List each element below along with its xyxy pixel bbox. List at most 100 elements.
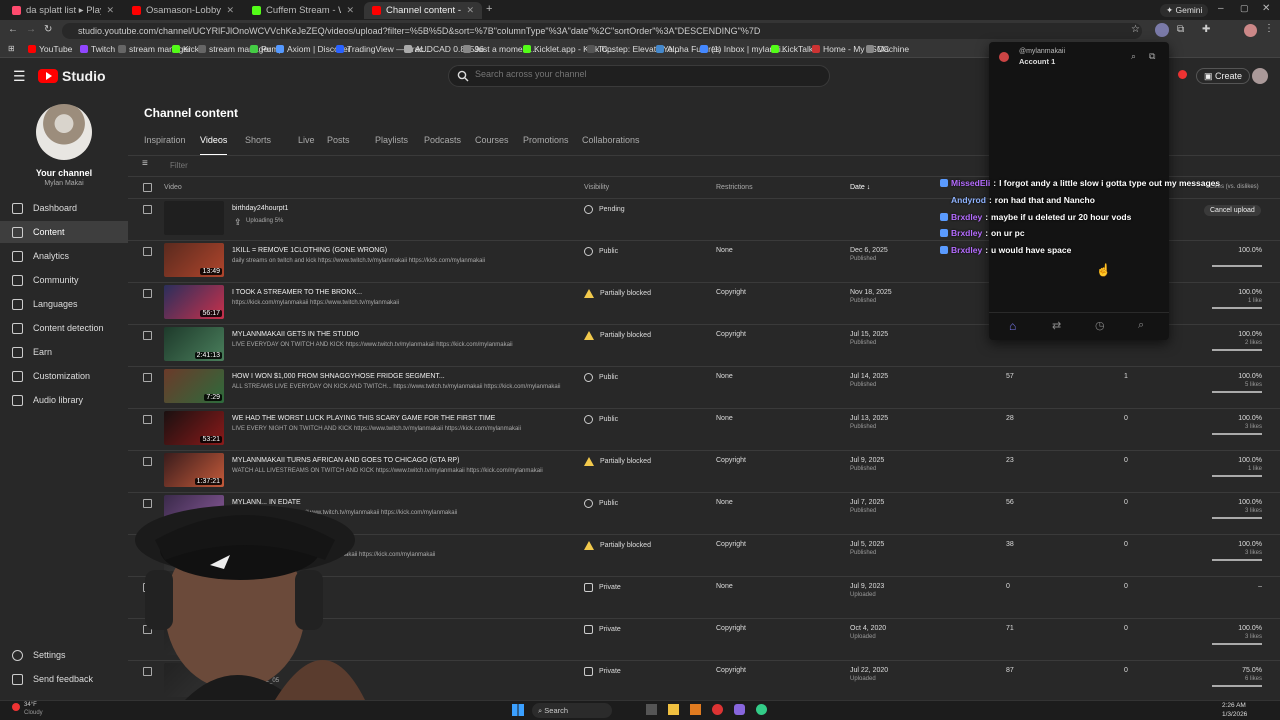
taskbar-search[interactable]: ⌕ Search	[532, 703, 612, 718]
gemini-button[interactable]: ✦ Gemini	[1160, 4, 1209, 17]
browser-tab[interactable]: Channel content - YouTube Stu... ✕	[364, 2, 482, 19]
tab-shorts[interactable]: Shorts	[245, 134, 271, 156]
sidebar-item-settings[interactable]: Settings	[0, 644, 128, 666]
tab-live[interactable]: Live	[298, 134, 315, 156]
tab-playlists[interactable]: Playlists	[375, 134, 408, 156]
table-row[interactable]: 7:29 HOW I WON $1,000 FROM SHNAGGYHOSE FR…	[128, 367, 1280, 409]
row-checkbox[interactable]	[143, 373, 152, 382]
video-thumbnail[interactable]: 7:29	[164, 369, 224, 403]
video-title[interactable]: MYLANNMAKAII GETS IN THE STUDIO	[232, 331, 359, 338]
window-maximize-icon[interactable]: ▢	[1240, 3, 1249, 14]
window-close-icon[interactable]: ✕	[1262, 3, 1270, 14]
visibility-cell[interactable]: Private	[584, 625, 621, 634]
visibility-cell[interactable]: Private	[584, 667, 621, 676]
taskbar-app-icon[interactable]	[756, 704, 767, 715]
bookmark-item[interactable]: KickTalk	[771, 44, 813, 54]
hamburger-menu-icon[interactable]: ☰	[13, 68, 26, 85]
popup-settings-icon[interactable]: ⧉	[1149, 51, 1155, 62]
account-avatar[interactable]	[1252, 68, 1268, 84]
bookmark-item[interactable]: Twitch	[80, 44, 115, 54]
back-icon[interactable]: ←	[8, 24, 18, 35]
weather-icon[interactable]	[12, 703, 20, 711]
bookmark-item[interactable]: YouTube	[28, 44, 72, 54]
visibility-cell[interactable]: Partially blocked	[584, 541, 651, 550]
popup-search-icon[interactable]: ⌕	[1131, 51, 1136, 62]
windows-start-icon[interactable]	[512, 704, 524, 716]
video-thumbnail[interactable]: 53:21	[164, 411, 224, 445]
sidebar-item-content[interactable]: Content	[0, 221, 128, 243]
filter-input[interactable]: Filter	[170, 161, 188, 170]
taskbar-app-icon[interactable]	[690, 704, 701, 715]
bookmark-item[interactable]: Kick	[172, 44, 199, 54]
taskbar-app-icon[interactable]	[712, 704, 723, 715]
video-thumbnail[interactable]: 2:41:13	[164, 327, 224, 361]
studio-logo[interactable]: Studio	[38, 68, 106, 84]
popup-search-tab-icon[interactable]: ⌕	[1138, 319, 1144, 332]
tab-posts[interactable]: Posts	[327, 134, 350, 156]
upload-title[interactable]: birthday24hourpt1	[232, 205, 288, 212]
table-row[interactable]: 53:21 WE HAD THE WORST LUCK PLAYING THIS …	[128, 409, 1280, 451]
video-title[interactable]: WE HAD THE WORST LUCK PLAYING THIS SCARY…	[232, 415, 495, 422]
window-minimize-icon[interactable]: –	[1218, 3, 1224, 14]
extension-icon[interactable]	[1155, 23, 1169, 37]
visibility-cell[interactable]: Public	[584, 499, 618, 508]
row-checkbox[interactable]	[143, 289, 152, 298]
row-checkbox[interactable]	[143, 205, 152, 214]
tab-close-icon[interactable]: ✕	[226, 5, 234, 16]
sidebar-item-languages[interactable]: Languages	[0, 293, 128, 315]
history-icon[interactable]: ◷	[1095, 319, 1105, 332]
tab-collaborations[interactable]: Collaborations	[582, 134, 640, 156]
reload-icon[interactable]: ↻	[44, 24, 52, 35]
video-thumbnail[interactable]: 1:37:21	[164, 453, 224, 487]
taskbar-app-icon[interactable]	[646, 704, 657, 715]
visibility-cell[interactable]: Partially blocked	[584, 289, 651, 298]
column-date[interactable]: Date ↓	[850, 184, 870, 191]
create-button[interactable]: ▣ Create	[1196, 68, 1251, 84]
taskbar-app-icon[interactable]	[668, 704, 679, 715]
tab-courses[interactable]: Courses	[475, 134, 509, 156]
tab-close-icon[interactable]: ✕	[346, 5, 354, 16]
tab-promotions[interactable]: Promotions	[523, 134, 569, 156]
filter-icon[interactable]: ≡	[142, 158, 148, 169]
taskbar-time[interactable]: 2:26 AM	[1222, 702, 1246, 709]
sidebar-item-analytics[interactable]: Analytics	[0, 245, 128, 267]
search-input[interactable]	[475, 69, 815, 79]
extensions-puzzle-icon[interactable]: ✚	[1202, 24, 1210, 35]
popup-account[interactable]: Account 1	[1019, 57, 1055, 66]
forward-icon[interactable]: →	[26, 24, 36, 35]
swap-icon[interactable]: ⇄	[1052, 319, 1061, 332]
sidebar-item-community[interactable]: Community	[0, 269, 128, 291]
video-title[interactable]: MYLANNMAKAII TURNS AFRICAN AND GOES TO C…	[232, 457, 459, 464]
visibility-cell[interactable]: Partially blocked	[584, 331, 651, 340]
taskbar-date[interactable]: 1/3/2026	[1222, 711, 1247, 718]
select-all-checkbox[interactable]	[143, 183, 152, 192]
bookmark-item[interactable]: Machine	[866, 44, 909, 54]
tab-videos[interactable]: Videos	[200, 134, 228, 156]
row-checkbox[interactable]	[143, 247, 152, 256]
browser-tab[interactable]: Osamason-Lobby (Extende... ✕	[124, 2, 242, 19]
sidebar-item-earn[interactable]: Earn	[0, 341, 128, 363]
video-thumbnail[interactable]: 56:17	[164, 285, 224, 319]
home-icon[interactable]: ⌂	[1009, 319, 1016, 333]
new-tab-button[interactable]: +	[486, 3, 492, 15]
url-field[interactable]: studio.youtube.com/channel/UCYRlFJlOnoWC…	[62, 23, 1142, 39]
profile-avatar[interactable]	[1244, 24, 1257, 37]
table-row[interactable]: 1:37:21 MYLANNMAKAII TURNS AFRICAN AND GO…	[128, 451, 1280, 493]
channel-search[interactable]	[448, 65, 830, 87]
tab-inspiration[interactable]: Inspiration	[144, 134, 186, 156]
visibility-cell[interactable]: Private	[584, 583, 621, 592]
row-checkbox[interactable]	[143, 331, 152, 340]
visibility-cell[interactable]: Public	[584, 373, 618, 382]
video-title[interactable]: I TOOK A STREAMER TO THE BRONX...	[232, 289, 362, 296]
row-checkbox[interactable]	[143, 457, 152, 466]
tab-podcasts[interactable]: Podcasts	[424, 134, 461, 156]
video-title[interactable]: HOW I WON $1,000 FROM SHNAGGYHOSE FRIDGE…	[232, 373, 445, 380]
sidebar-item-content-detection[interactable]: Content detection	[0, 317, 128, 339]
visibility-cell[interactable]: Pending	[584, 205, 625, 214]
browser-tab[interactable]: Cuffem Stream - Watch Live on... ✕	[244, 2, 362, 19]
apps-grid-icon[interactable]: ⊞	[8, 44, 15, 53]
tab-close-icon[interactable]: ✕	[466, 5, 474, 16]
visibility-cell[interactable]: Public	[584, 247, 618, 256]
sidebar-item-dashboard[interactable]: Dashboard	[0, 197, 128, 219]
video-title[interactable]: 1KILL = REMOVE 1CLOTHING (GONE WRONG)	[232, 247, 387, 254]
